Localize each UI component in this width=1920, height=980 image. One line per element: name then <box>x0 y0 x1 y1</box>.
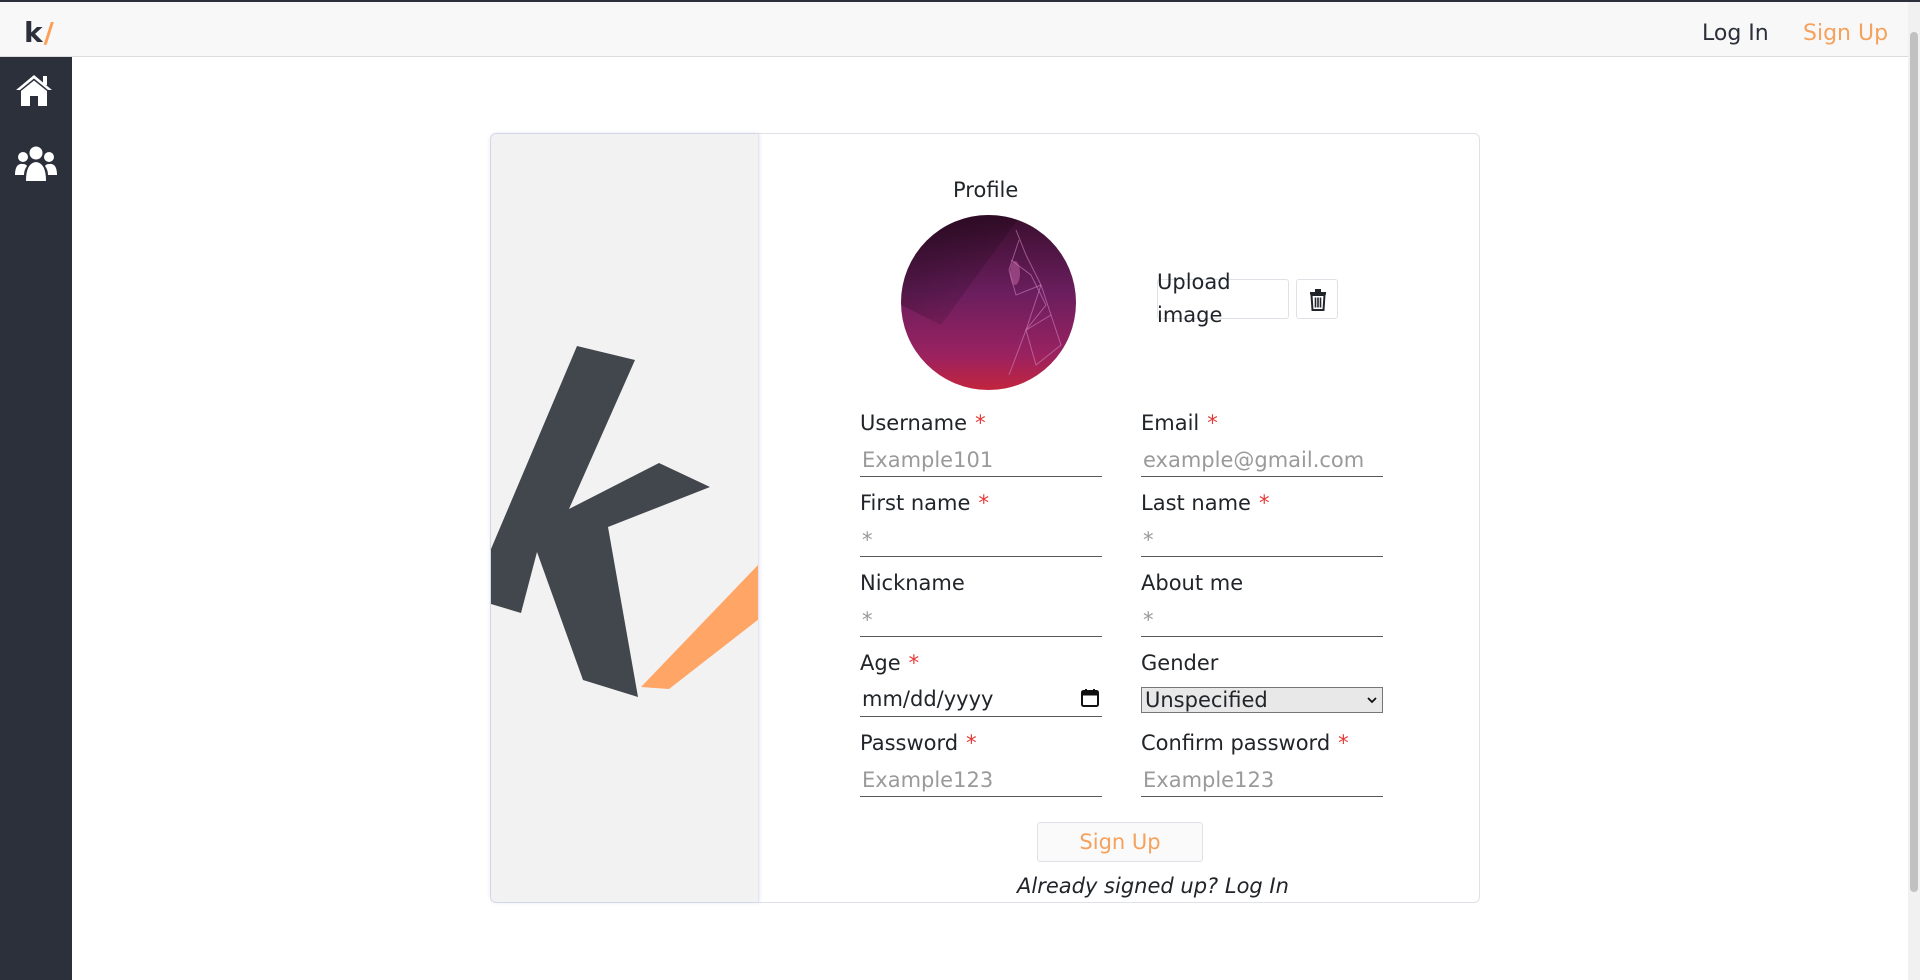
nickname-label: Nickname <box>860 571 965 595</box>
age-field: Age * mm/dd/yyyy <box>860 651 1102 717</box>
nickname-field: Nickname <box>860 571 1102 637</box>
password-input[interactable] <box>860 763 1102 797</box>
nav-login-link[interactable]: Log In <box>1702 21 1769 46</box>
nav-signup-link[interactable]: Sign Up <box>1803 21 1888 46</box>
email-label: Email * <box>1141 411 1218 435</box>
email-input[interactable] <box>1141 443 1383 477</box>
gender-field: Gender Unspecified <box>1141 651 1383 713</box>
last-name-field: Last name * <box>1141 491 1383 557</box>
required-marker: * <box>978 491 989 515</box>
age-label: Age * <box>860 651 920 675</box>
profile-title: Profile <box>953 178 1019 202</box>
home-icon[interactable] <box>14 71 58 115</box>
first-name-label: First name * <box>860 491 989 515</box>
signup-submit-button[interactable]: Sign Up <box>1037 822 1203 862</box>
about-me-field: About me <box>1141 571 1383 637</box>
signup-card: Profile Upload image Username * Example1… <box>490 133 1480 903</box>
age-date-input[interactable]: mm/dd/yyyy <box>860 683 1102 717</box>
required-marker: * <box>975 411 986 435</box>
confirm-password-label: Confirm password * <box>1141 731 1349 755</box>
scrollbar-thumb[interactable] <box>1910 32 1918 892</box>
brand-panel <box>491 134 759 902</box>
already-signed-up-text: Already signed up? Log In <box>1017 874 1289 898</box>
profile-avatar <box>901 215 1076 390</box>
top-navbar: k/ Log In Sign Up <box>0 2 1908 57</box>
gender-select-value: Unspecified <box>1145 688 1268 712</box>
users-icon[interactable] <box>14 143 58 187</box>
nickname-input[interactable] <box>860 603 1102 637</box>
brand-slash: / <box>43 16 54 49</box>
required-marker: * <box>1258 491 1270 515</box>
required-marker: * <box>966 731 977 755</box>
brand-large-logo <box>491 346 758 697</box>
password-field: Password * <box>860 731 1102 797</box>
confirm-password-field: Confirm password * <box>1141 731 1383 797</box>
first-name-input[interactable] <box>860 523 1102 557</box>
trash-icon <box>1310 289 1326 311</box>
username-input[interactable] <box>860 443 1102 477</box>
about-me-label: About me <box>1141 571 1244 595</box>
calendar-icon[interactable] <box>1080 688 1100 708</box>
age-date-value: mm/dd/yyyy <box>862 687 994 711</box>
delete-image-button[interactable] <box>1296 279 1338 319</box>
password-label: Password * <box>860 731 977 755</box>
brand-k: k <box>24 16 43 49</box>
gender-label: Gender <box>1141 651 1219 675</box>
email-field: Email * <box>1141 411 1383 477</box>
username-field: Username * <box>860 411 1102 477</box>
required-marker: * <box>1338 731 1349 755</box>
required-marker: * <box>1207 411 1218 435</box>
required-marker: * <box>908 651 920 675</box>
last-name-label: Last name * <box>1141 491 1270 515</box>
page-scrollbar[interactable] <box>1908 2 1920 980</box>
username-label: Username * <box>860 411 986 435</box>
login-link[interactable]: Log In <box>1225 874 1289 898</box>
last-name-input[interactable] <box>1141 523 1383 557</box>
sidebar <box>0 57 72 980</box>
brand-logo[interactable]: k/ <box>24 16 54 49</box>
chevron-down-icon <box>1367 697 1377 704</box>
first-name-field: First name * <box>860 491 1102 557</box>
about-me-input[interactable] <box>1141 603 1383 637</box>
gender-select[interactable]: Unspecified <box>1141 687 1383 713</box>
confirm-password-input[interactable] <box>1141 763 1383 797</box>
upload-image-label[interactable]: Upload image <box>1157 266 1237 332</box>
